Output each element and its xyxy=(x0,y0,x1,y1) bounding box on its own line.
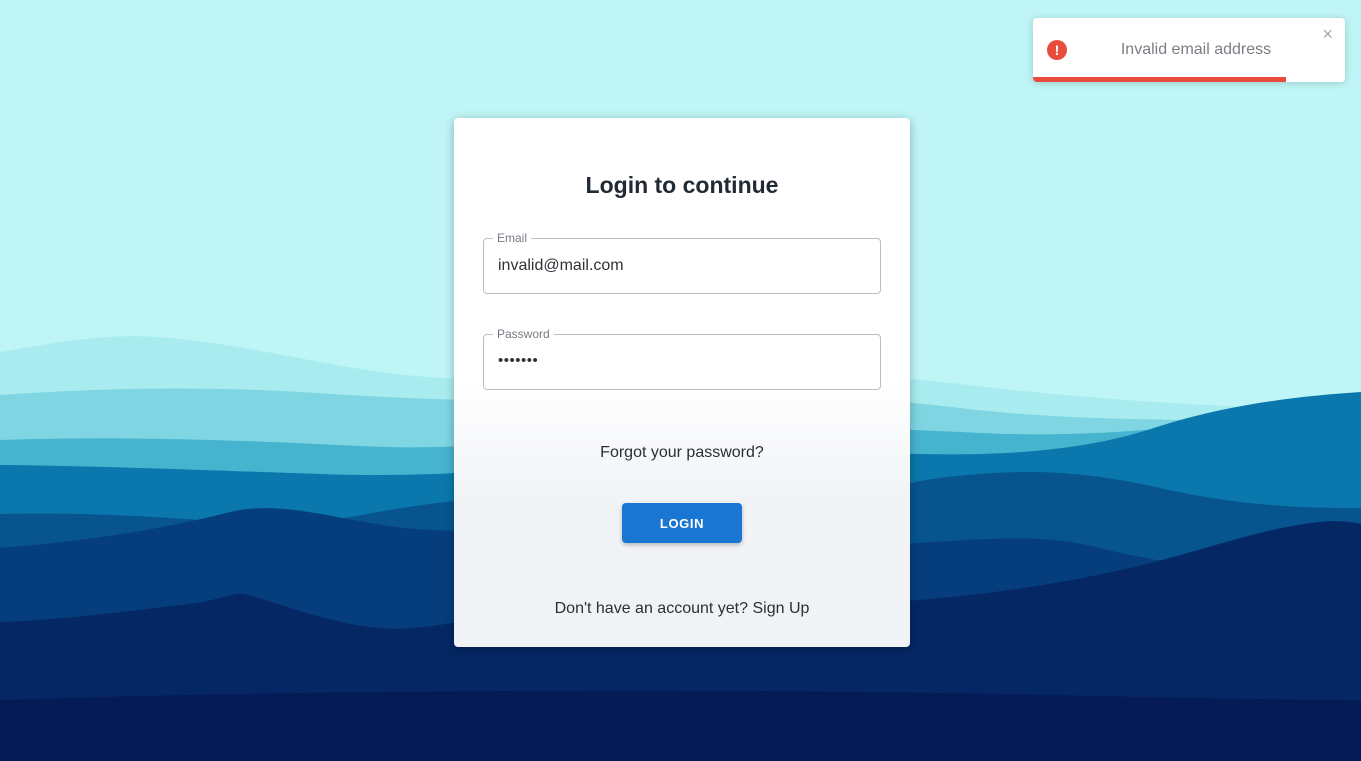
password-label: Password xyxy=(493,327,554,341)
email-label: Email xyxy=(493,231,532,245)
close-icon[interactable]: × xyxy=(1322,24,1333,44)
forgot-password-link[interactable]: Forgot your password? xyxy=(454,444,910,462)
error-toast: ! Invalid email address × xyxy=(1033,18,1345,82)
email-field[interactable]: Email invalid@mail.com xyxy=(483,231,881,294)
signup-prompt: Don't have an account yet? Sign Up xyxy=(454,600,910,618)
login-card: Login to continue Email invalid@mail.com… xyxy=(454,118,910,647)
signup-prompt-text: Don't have an account yet? xyxy=(554,600,749,617)
toast-message: Invalid email address xyxy=(1120,41,1272,58)
password-input-value[interactable]: ••••••• xyxy=(498,352,538,370)
login-button[interactable]: LOGIN xyxy=(622,503,742,543)
error-icon: ! xyxy=(1047,40,1067,60)
login-title: Login to continue xyxy=(585,172,779,198)
email-input-value[interactable]: invalid@mail.com xyxy=(498,257,624,275)
toast-progress-bar xyxy=(1033,77,1286,82)
password-field[interactable]: Password ••••••• xyxy=(483,327,881,390)
signup-link[interactable]: Sign Up xyxy=(752,600,809,617)
